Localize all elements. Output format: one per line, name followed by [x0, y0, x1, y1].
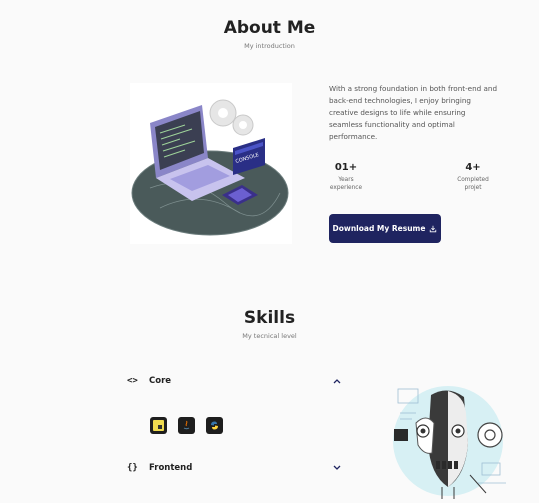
- about-subtitle: My introduction: [244, 42, 295, 50]
- download-icon: [430, 225, 437, 232]
- curly-braces-icon: {}: [127, 463, 138, 473]
- chevron-up-icon[interactable]: [332, 376, 342, 386]
- stat-projects: 4+ Completed projet: [451, 162, 495, 192]
- java-icon: [178, 417, 195, 434]
- javascript-icon: [150, 417, 167, 434]
- skills-group-core[interactable]: <> Core: [127, 373, 342, 389]
- skills-group-label: Frontend: [149, 463, 193, 473]
- laptop-illustration: CONSOLE: [130, 83, 292, 244]
- download-resume-label: Download My Resume: [332, 224, 426, 233]
- skills-group-label: Core: [149, 376, 172, 386]
- about-title: About Me: [223, 18, 316, 38]
- code-brackets-icon: <>: [127, 376, 138, 386]
- skills-group-frontend[interactable]: {} Frontend: [127, 460, 342, 476]
- stat-experience: 01+ Years experience: [326, 162, 366, 192]
- python-icon: [206, 417, 223, 434]
- stat-value: 01+: [334, 162, 358, 173]
- stat-label: Years experience: [329, 177, 363, 191]
- robot-head-illustration: [386, 383, 516, 501]
- core-tech-icons: [150, 417, 223, 434]
- skills-subtitle: My tecnical level: [242, 332, 297, 340]
- download-resume-button[interactable]: Download My Resume: [329, 214, 441, 243]
- stat-value: 4+: [465, 162, 481, 173]
- skills-title: Skills: [243, 308, 296, 328]
- intro-description: With a strong foundation in both front-e…: [329, 84, 498, 141]
- stat-label: Completed projet: [457, 177, 489, 191]
- chevron-down-icon[interactable]: [332, 463, 342, 473]
